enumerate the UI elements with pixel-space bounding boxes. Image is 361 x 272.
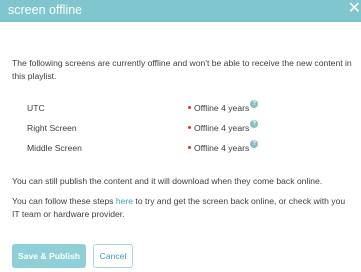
screen-status: Offline 4 years?	[188, 120, 259, 135]
offline-dot-icon	[188, 126, 191, 130]
steps-text-before: You can follow these steps	[12, 196, 116, 206]
save-publish-button[interactable]: Save & Publish	[12, 244, 86, 268]
cancel-button[interactable]: Cancel	[93, 244, 133, 268]
offline-dot-icon	[188, 146, 191, 150]
screen-row-middle-screen: Middle Screen Offline 4 years?	[27, 140, 347, 160]
screen-status-text: Offline 4 years	[194, 103, 250, 113]
screen-name: UTC	[27, 103, 45, 113]
help-icon[interactable]: ?	[250, 140, 259, 148]
screen-status: Offline 4 years?	[188, 100, 259, 115]
close-icon[interactable]: ✕	[347, 0, 361, 22]
steps-help-link[interactable]: here	[116, 196, 133, 206]
help-icon[interactable]: ?	[250, 100, 259, 108]
screen-status-text: Offline 4 years	[194, 123, 250, 133]
offline-screen-list: UTC Offline 4 years? Right Screen Offlin…	[27, 100, 347, 160]
screen-row-utc: UTC Offline 4 years?	[27, 100, 347, 120]
screen-name: Middle Screen	[27, 143, 82, 153]
offline-dot-icon	[188, 106, 191, 110]
dialog-header: screen offline ✕	[0, 0, 361, 22]
dialog-title: screen offline	[8, 3, 83, 17]
screen-status-text: Offline 4 years	[194, 143, 250, 153]
publish-note-text: You can still publish the content and it…	[12, 176, 323, 186]
help-icon[interactable]: ?	[250, 120, 259, 128]
steps-text: You can follow these steps here to try a…	[12, 195, 352, 221]
screen-status: Offline 4 years?	[188, 140, 259, 155]
offline-intro-text: The following screens are currently offl…	[12, 58, 352, 81]
screen-row-right-screen: Right Screen Offline 4 years?	[27, 120, 347, 140]
screen-name: Right Screen	[27, 123, 77, 133]
